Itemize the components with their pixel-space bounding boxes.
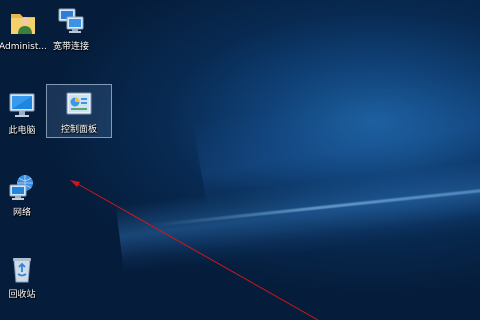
control-panel-icon [66,92,92,115]
this-pc-icon [9,93,35,117]
desktop-icon-broadband-connection[interactable]: 宽带连接 [39,2,103,53]
desktop[interactable]: Administ... 宽带连接 此电脑 控制面板 网络 回收站 [0,0,480,320]
desktop-icon-control-panel[interactable]: 控制面板 [46,84,112,138]
desktop-icon-recycle-bin[interactable]: 回收站 [0,250,54,301]
desktop-icon-label: 回收站 [8,290,36,300]
broadband-connection-icon [58,8,84,33]
desktop-icon-label: 控制面板 [60,125,97,135]
network-icon [9,175,33,200]
recycle-bin-icon [13,258,31,283]
desktop-icon-label: 此电脑 [8,126,36,136]
desktop-icon-label: 网络 [12,208,31,218]
desktop-icon-label: 宽带连接 [52,42,89,52]
user-folder-icon [11,14,35,34]
desktop-icon-network[interactable]: 网络 [0,168,54,219]
